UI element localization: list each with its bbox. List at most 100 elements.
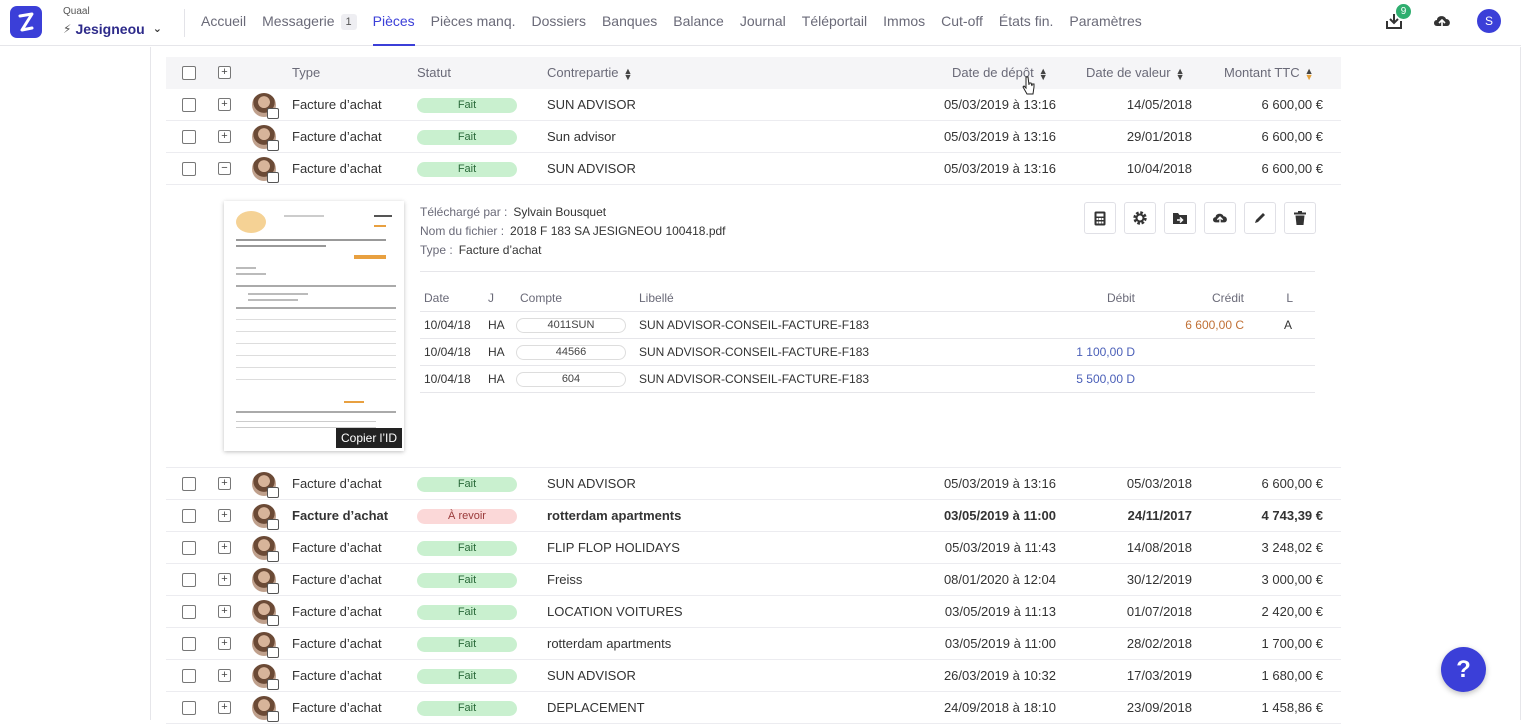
row-value-date: 28/02/2018 [1126, 636, 1192, 651]
expand-toggle[interactable]: + [218, 130, 231, 143]
expand-toggle[interactable]: + [218, 98, 231, 111]
calculator-button[interactable] [1084, 202, 1116, 234]
table-row[interactable]: + Facture d’achat Fait Sun advisor 05/03/201… [166, 121, 1341, 153]
nav-item-cut-off[interactable]: Cut-off [941, 0, 983, 46]
table-row[interactable]: + Facture d’achat Fait LOCATION VOITURES 03/… [166, 596, 1341, 628]
col-label: Libellé [639, 291, 674, 305]
company-selector[interactable]: Quaal ⚡ Jesigneou ⌄ [63, 6, 162, 39]
delete-button[interactable] [1284, 202, 1316, 234]
move-button[interactable] [1164, 202, 1196, 234]
settings-button[interactable] [1124, 202, 1156, 234]
row-counterparty: FLIP FLOP HOLIDAYS [547, 540, 680, 555]
nav-item-journal[interactable]: Journal [740, 0, 786, 46]
sort-icon[interactable]: ▲ ▼ [1305, 66, 1314, 81]
avatar [252, 536, 279, 562]
status-badge: Fait [417, 701, 517, 716]
table-row[interactable]: + Facture d’achat Fait SUN ADVISOR 05/03/201… [166, 89, 1341, 121]
row-type: Facture d’achat [292, 604, 382, 619]
row-checkbox[interactable] [182, 98, 196, 112]
row-amount: 6 600,00 € [1261, 161, 1323, 176]
row-counterparty: Sun advisor [547, 129, 616, 144]
table-row[interactable]: + Facture d’achat Fait Freiss 08/01/2020 à 1… [166, 564, 1341, 596]
row-deposit-date: 05/03/2019 à 13:16 [943, 129, 1056, 144]
line-debit: 1 100,00 D [1076, 345, 1135, 359]
nav-item-balance[interactable]: Balance [673, 0, 724, 46]
table-row[interactable]: − Facture d’achat Fait SUN ADVISOR 05/03/201… [166, 153, 1341, 185]
col-lettering: L [1286, 291, 1293, 305]
sort-icon[interactable]: ▲ ▼ [1176, 66, 1185, 81]
nav-item-banques[interactable]: Banques [602, 0, 657, 46]
nav-item-t-l-portail[interactable]: Téléportail [802, 0, 867, 46]
row-value-date: 14/05/2018 [1126, 97, 1192, 112]
table-row[interactable]: + Facture d’achat Fait rotterdam apartments… [166, 628, 1341, 660]
col-amount[interactable]: Montant TTC ▲ ▼ [1224, 57, 1314, 89]
nav-item-pi-ces-manq-[interactable]: Pièces manq. [431, 0, 516, 46]
table-row[interactable]: + Facture d’achat Fait SUN ADVISOR 05/03/201… [166, 468, 1341, 500]
expand-all-toggle[interactable]: + [218, 66, 231, 79]
copy-id-tooltip[interactable]: Copier l’ID [336, 428, 403, 448]
edit-button[interactable] [1244, 202, 1276, 234]
row-checkbox[interactable] [182, 701, 196, 715]
journal-line[interactable]: 10/04/18 HA 44566 SUN ADVISOR-CONSEIL-FACTU… [420, 339, 1315, 366]
col-status[interactable]: Statut [417, 57, 451, 89]
top-bar: Quaal ⚡ Jesigneou ⌄ Accueil Messagerie 1 Pi… [0, 0, 1521, 46]
row-checkbox[interactable] [182, 637, 196, 651]
table-row[interactable]: + Facture d’achat À revoir rotterdam apartm… [166, 500, 1341, 532]
nav-item-pi-ces[interactable]: Pièces [372, 0, 415, 46]
bolt-icon: ⚡ [63, 22, 72, 36]
expand-toggle[interactable]: + [218, 541, 231, 554]
journal-line[interactable]: 10/04/18 HA 604 SUN ADVISOR-CONSEIL-FACTURE… [420, 366, 1315, 393]
nav-item--tats-fin-[interactable]: États fin. [999, 0, 1053, 46]
row-checkbox[interactable] [182, 669, 196, 683]
row-checkbox[interactable] [182, 477, 196, 491]
row-type: Facture d’achat [292, 636, 382, 651]
help-button[interactable]: ? [1441, 647, 1486, 692]
col-counterparty[interactable]: Contrepartie ▲ ▼ [547, 57, 632, 89]
select-all-checkbox[interactable] [182, 66, 196, 80]
upload-button[interactable] [1429, 8, 1455, 34]
expand-toggle[interactable]: + [218, 477, 231, 490]
nav-item-accueil[interactable]: Accueil [201, 0, 246, 46]
journal-entries: Date J Compte Libellé Débit Crédit L 10/… [420, 285, 1315, 393]
nav-item-param-tres[interactable]: Paramètres [1069, 0, 1141, 46]
upload-doc-button[interactable] [1204, 202, 1236, 234]
row-checkbox[interactable] [182, 509, 196, 523]
row-amount: 6 600,00 € [1261, 97, 1323, 112]
expand-toggle[interactable]: + [218, 509, 231, 522]
row-checkbox[interactable] [182, 573, 196, 587]
avatar [252, 504, 279, 530]
app-logo[interactable] [10, 6, 42, 38]
table-row[interactable]: + Facture d’achat Fait FLIP FLOP HOLIDAYS 05… [166, 532, 1341, 564]
account-chip[interactable]: 44566 [516, 345, 626, 360]
user-avatar[interactable]: S [1477, 9, 1501, 33]
row-counterparty: SUN ADVISOR [547, 161, 636, 176]
expand-toggle[interactable]: + [218, 701, 231, 714]
nav-item-dossiers[interactable]: Dossiers [532, 0, 586, 46]
expand-toggle[interactable]: + [218, 573, 231, 586]
journal-line[interactable]: 10/04/18 HA 4011SUN SUN ADVISOR-CONSEIL-FAC… [420, 312, 1315, 339]
sort-icon[interactable]: ▲ ▼ [1039, 66, 1048, 81]
table-row[interactable]: + Facture d’achat Fait DEPLACEMENT 24/09/201… [166, 692, 1341, 724]
col-type[interactable]: Type [292, 57, 320, 89]
col-value-date[interactable]: Date de valeur ▲ ▼ [1086, 57, 1184, 89]
table-row[interactable]: + Facture d’achat Fait SUN ADVISOR 26/03/201… [166, 660, 1341, 692]
expand-toggle[interactable]: − [218, 162, 231, 175]
sort-icon[interactable]: ▲ ▼ [624, 66, 633, 81]
account-chip[interactable]: 604 [516, 372, 626, 387]
status-badge: Fait [417, 605, 517, 620]
row-checkbox[interactable] [182, 541, 196, 555]
account-chip[interactable]: 4011SUN [516, 318, 626, 333]
expand-toggle[interactable]: + [218, 669, 231, 682]
nav-item-immos[interactable]: Immos [883, 0, 925, 46]
row-type: Facture d’achat [292, 129, 382, 144]
row-checkbox[interactable] [182, 605, 196, 619]
nav-item-messagerie[interactable]: Messagerie 1 [262, 0, 357, 46]
journal-header: Date J Compte Libellé Débit Crédit L [420, 285, 1315, 312]
expand-toggle[interactable]: + [218, 637, 231, 650]
row-checkbox[interactable] [182, 162, 196, 176]
status-badge: À revoir [417, 509, 517, 524]
row-checkbox[interactable] [182, 130, 196, 144]
expand-toggle[interactable]: + [218, 605, 231, 618]
inbox-button[interactable]: 9 [1381, 4, 1411, 34]
document-preview[interactable] [224, 201, 404, 451]
